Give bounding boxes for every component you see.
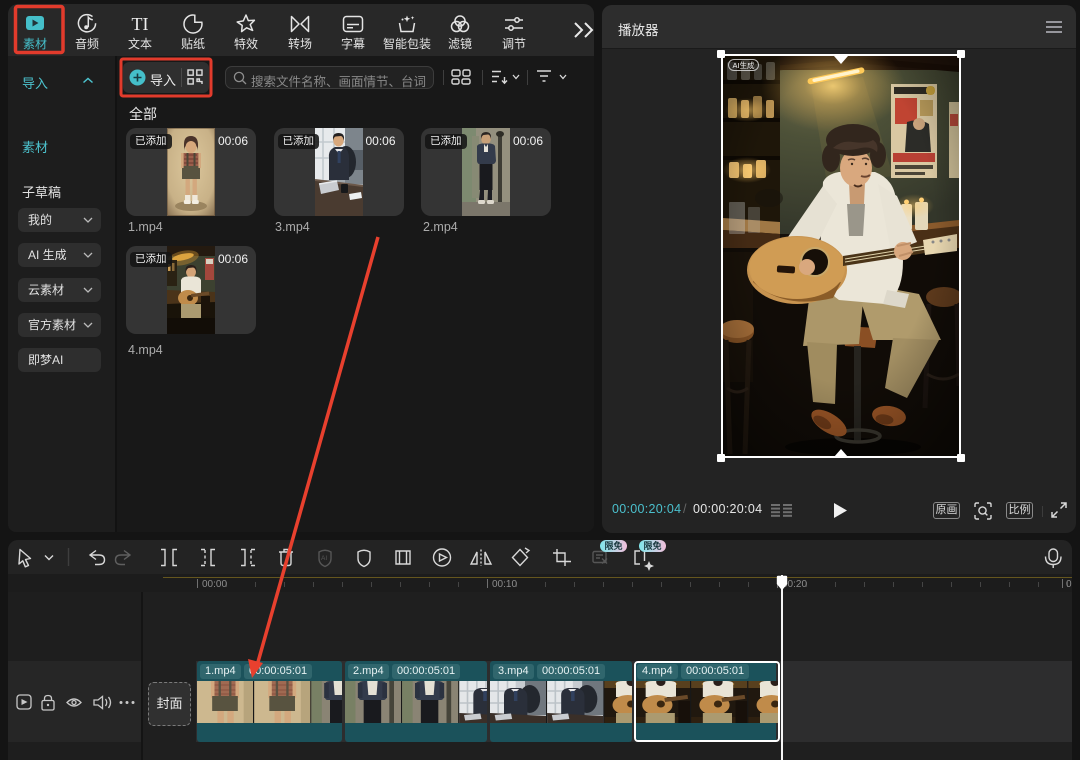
svg-text:AI: AI bbox=[321, 555, 327, 562]
